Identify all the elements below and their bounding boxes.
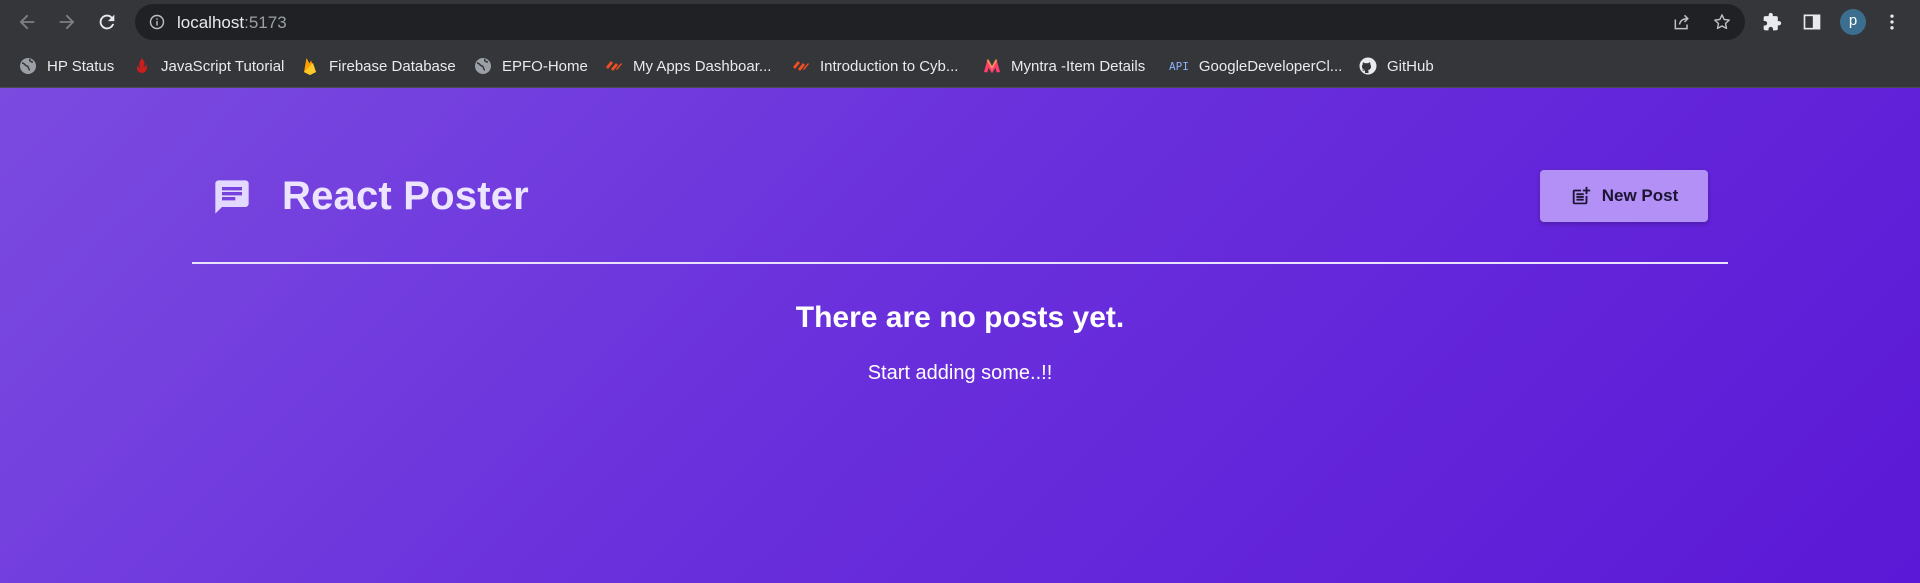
empty-state-title: There are no posts yet. [795,301,1125,334]
js-tutorial-icon [133,57,151,75]
arrow-left-icon [19,14,35,30]
bookmark-my-apps-dashboard[interactable]: My Apps Dashboar... [605,53,771,79]
url-text[interactable]: localhost:5173 [177,13,287,33]
reload-button[interactable] [91,6,123,38]
bookmark-label: Introduction to Cyb... [820,57,959,75]
empty-state-subtitle: Start adding some..!! [867,362,1053,384]
header-divider [192,262,1728,264]
bookmark-google-developer[interactable]: API GoogleDeveloperCl... [1169,53,1342,79]
reload-icon [99,14,115,30]
globe-icon [19,57,37,75]
bookmark-label: Firebase Database [329,57,456,75]
browser-toolbar: localhost:5173 p [0,0,1920,44]
firebase-icon [301,57,319,75]
star-icon[interactable] [1712,12,1732,32]
chat-message-icon [215,179,249,214]
myntra-icon [983,57,1001,75]
forward-button[interactable] [51,6,83,38]
cyber-course-icon [792,57,810,75]
bookmark-epfo-home[interactable]: EPFO-Home [474,53,588,79]
apps-dashboard-icon [605,57,623,75]
menu-kebab-icon[interactable] [1880,10,1904,34]
github-icon [1359,57,1377,75]
bookmark-label: EPFO-Home [502,57,588,75]
share-icon[interactable] [1672,12,1692,32]
address-bar[interactable]: localhost:5173 [135,4,1745,40]
bookmark-myntra-item-details[interactable]: Myntra -Item Details [983,53,1145,79]
bookmark-label: HP Status [47,57,115,75]
site-info-icon[interactable] [149,14,165,30]
bookmark-label: JavaScript Tutorial [161,57,285,75]
bookmark-introduction-to-cyber[interactable]: Introduction to Cyb... [792,53,958,79]
profile-avatar[interactable]: p [1840,9,1866,35]
app-header-brand: React Poster [212,174,529,219]
app-page: React Poster New Post There are no posts… [0,88,1920,583]
arrow-right-icon [59,14,75,30]
post-add-icon [1572,186,1590,205]
globe-icon [474,57,492,75]
bookmark-hp-status[interactable]: HP Status [19,53,114,79]
bookmark-label: GoogleDeveloperCl... [1198,57,1343,75]
api-icon: API [1169,59,1189,73]
page-title: React Poster [282,174,529,218]
bookmark-label: Myntra -Item Details [1011,57,1146,75]
bookmark-javascript-tutorial[interactable]: JavaScript Tutorial [133,53,284,79]
bookmark-firebase-database[interactable]: Firebase Database [301,53,456,79]
url-host: localhost [177,13,245,32]
bookmark-label: GitHub [1387,57,1434,75]
extensions-icon[interactable] [1760,10,1784,34]
url-port: :5173 [244,13,287,32]
bookmark-github[interactable]: GitHub [1359,53,1434,79]
bookmarks-bar: HP Status JavaScript Tutorial Firebase D… [0,44,1920,88]
new-post-label: New Post [1601,186,1679,205]
new-post-button[interactable]: New Post [1540,170,1708,222]
side-panel-icon[interactable] [1800,10,1824,34]
bookmark-label: My Apps Dashboar... [633,57,772,75]
back-button[interactable] [11,6,43,38]
